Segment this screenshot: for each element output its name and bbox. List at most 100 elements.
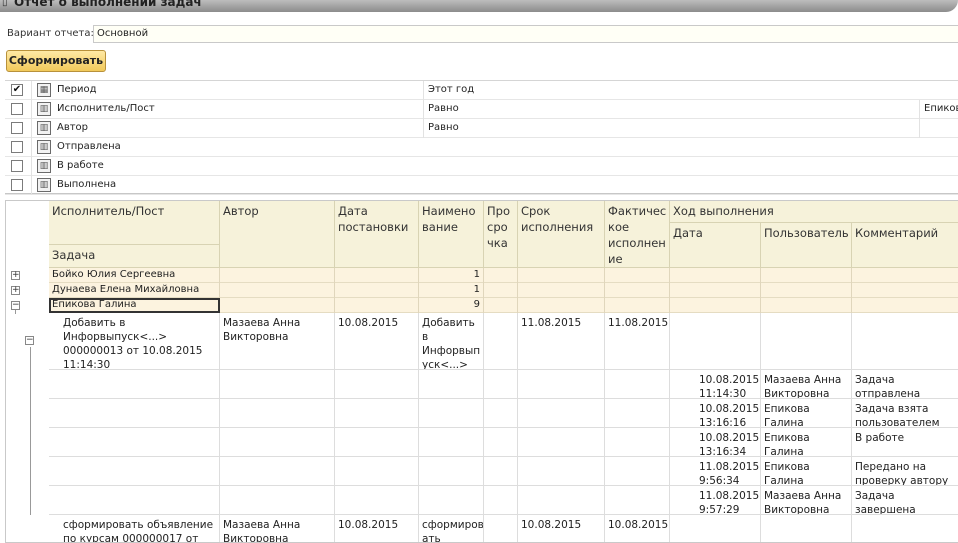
progress-comment-cell [852,515,958,542]
header-progress: Ход выполнения [670,201,958,223]
actual-cell: 11.08.2015 [605,313,670,369]
settings-row-period[interactable]: ✔ ▦ Период Этот год [5,81,958,100]
executor-checkbox[interactable] [11,103,23,115]
group-cell [484,268,518,283]
setting-name: Автор [57,122,89,133]
settings-row-author[interactable]: ▥ Автор Равно [5,119,958,138]
progress-user: Мазаева Анна Викторовна [761,486,852,514]
empty-cell [518,370,605,398]
variant-field[interactable]: Основной [93,25,958,43]
progress-user: Епикова Галина [761,399,852,427]
empty-cell [49,399,220,427]
progress-row[interactable]: 11.08.2015 9:57:29 Мазаева Анна Викторов… [49,486,958,515]
done-checkbox[interactable] [11,179,23,191]
actual-cell: 10.08.2015 [605,515,670,542]
setting-name: Отправлена [57,141,121,152]
group-name-selected[interactable]: Епикова Галина [49,298,220,313]
group-cell [670,298,761,313]
setting-name: В работе [57,160,104,171]
header-name: Наимено вание [419,201,484,268]
settings-table: ✔ ▦ Период Этот год ▥ Исполнитель/Пост Р… [5,80,958,195]
empty-cell [335,428,419,456]
name-cell: сформиров ать [419,515,484,542]
row-separator [31,100,32,119]
setting-name: Период [57,84,97,95]
period-checkbox[interactable]: ✔ [11,84,23,96]
settings-row-in-progress[interactable]: ▥ В работе [5,157,958,176]
expand-toggle-icon[interactable]: + [11,286,20,295]
setting-name: Выполнена [57,179,117,190]
progress-comment: Задача взята пользователем [855,403,940,427]
setting-comparison[interactable]: Этот год [423,81,474,100]
progress-user-cell [761,515,852,542]
header-progress-user: Пользователь [761,223,852,268]
empty-cell [518,428,605,456]
generate-button[interactable]: Сформировать [6,50,106,72]
progress-row[interactable]: 11.08.2015 9:56:34 Епикова Галина Переда… [49,457,958,486]
tree-line [15,310,16,314]
report-table[interactable]: Исполнитель/Пост Задача Автор Дата поста… [5,200,958,543]
row-separator [31,119,32,138]
author-checkbox[interactable] [11,122,23,134]
tree-line [30,347,31,515]
header-executor: Исполнитель/Пост [49,201,220,245]
setting-value[interactable]: Епиков [919,100,958,119]
row-separator [31,81,32,100]
progress-row[interactable]: 10.08.2015 13:16:34 Епикова Галина В раб… [49,428,958,457]
empty-cell [335,486,419,514]
in-progress-checkbox[interactable] [11,160,23,172]
empty-cell [419,399,484,427]
group-cell [220,268,335,283]
progress-comment: В работе [855,432,905,444]
header-date-set: Дата постановки [335,201,419,268]
group-row[interactable]: Дунаева Елена Михайловна 1 [49,283,958,298]
setting-comparison[interactable]: Равно [423,119,459,138]
group-row[interactable]: Епикова Галина 9 [49,298,958,313]
task-row[interactable]: сформировать объявление по курсам 000000… [49,515,958,542]
filter-icon: ▥ [37,140,51,154]
expand-toggle-icon[interactable]: + [11,271,20,280]
collapse-toggle-icon[interactable]: − [25,336,34,345]
variant-value: Основной [97,28,149,39]
empty-cell [605,370,670,398]
setting-comparison[interactable]: Равно [423,100,459,119]
overdue-cell [484,313,518,369]
group-row[interactable]: Бойко Юлия Сергеевна 1 [49,268,958,283]
group-cell [335,298,419,313]
group-cell [518,298,605,313]
filter-icon: ▥ [37,121,51,135]
empty-cell [49,486,220,514]
empty-cell [605,457,670,485]
empty-cell [419,457,484,485]
report-header: Исполнитель/Пост Задача Автор Дата поста… [49,201,958,268]
group-count: 1 [419,283,484,298]
settings-row-executor[interactable]: ▥ Исполнитель/Пост Равно Епиков [5,100,958,119]
settings-row-done[interactable]: ▥ Выполнена [5,176,958,195]
settings-row-sent[interactable]: ▥ Отправлена [5,138,958,157]
filter-icon: ▥ [37,178,51,192]
task-row[interactable]: Добавить в Инфорвыпуск<...> 000000013 от… [49,313,958,370]
group-cell [518,283,605,298]
empty-cell [335,399,419,427]
row-separator [31,138,32,157]
empty-cell [49,370,220,398]
empty-cell [605,399,670,427]
collapse-toggle-icon[interactable]: − [11,301,20,310]
progress-comment: Задача отправлена [855,374,921,398]
group-cell [518,268,605,283]
empty-cell [335,457,419,485]
row-separator [31,176,32,195]
progress-row[interactable]: 10.08.2015 13:16:16 Епикова Галина Задач… [49,399,958,428]
group-cell [484,298,518,313]
sent-checkbox[interactable] [11,141,23,153]
group-cell [761,268,852,283]
group-cell [220,298,335,313]
author-cell: Мазаева Анна Викторовна [220,313,335,369]
empty-cell [484,370,518,398]
empty-cell [484,399,518,427]
report-icon: ▯ [2,0,8,8]
empty-cell [605,486,670,514]
progress-row[interactable]: 10.08.2015 11:14:30 Мазаева Анна Викторо… [49,370,958,399]
tree-gutter-header [6,201,49,268]
setting-value[interactable] [919,119,924,138]
